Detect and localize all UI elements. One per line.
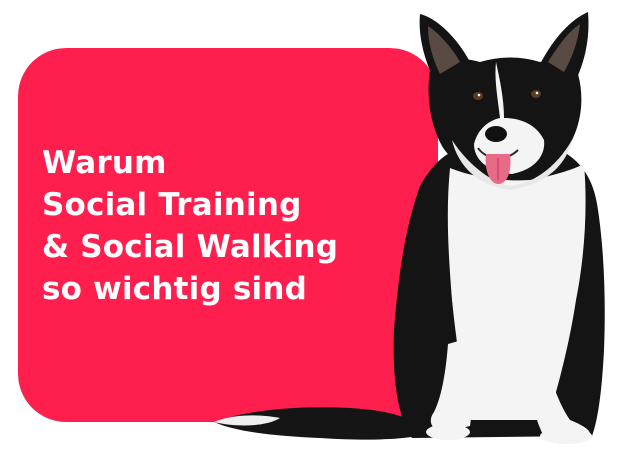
headline-line-4: so wichtig sind: [42, 271, 308, 307]
dog-nose: [485, 126, 507, 142]
headline-text: Warum Social Training & Social Walking s…: [42, 142, 338, 310]
headline-line-1: Warum: [42, 145, 167, 181]
dog-eye-left: [473, 92, 483, 100]
headline-line-2: Social Training: [42, 187, 302, 223]
dog-eye-right: [531, 90, 541, 98]
headline-line-3: & Social Walking: [42, 229, 339, 265]
